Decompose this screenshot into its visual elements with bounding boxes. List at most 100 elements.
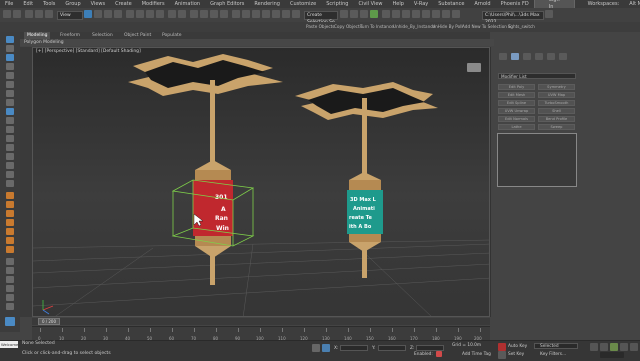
helper-icon[interactable]	[6, 210, 14, 217]
add-new-to-selection-button[interactable]: Add New To Selection S	[462, 24, 511, 29]
menu-views[interactable]: Views	[86, 0, 110, 8]
rotate-icon[interactable]	[136, 10, 144, 18]
goto-end-icon[interactable]	[630, 343, 638, 351]
modifier-button-edit-poly[interactable]: Edit Poly	[498, 84, 535, 90]
enabled-toggle-icon[interactable]	[436, 351, 442, 357]
modifier-button-edit-normals[interactable]: Edit Normals	[498, 116, 535, 122]
torus-icon[interactable]	[6, 81, 14, 88]
menu-group[interactable]: Group	[60, 0, 85, 8]
substance-icon[interactable]	[442, 10, 450, 18]
project-path-field[interactable]: C:\Users\Phil\...\3ds Max 2022	[482, 11, 544, 25]
motion-tab-icon[interactable]	[535, 53, 543, 60]
current-frame-field[interactable]	[600, 352, 624, 358]
angle-snap-icon[interactable]	[200, 10, 208, 18]
schematic-view-icon[interactable]	[292, 10, 300, 18]
particle-icon[interactable]	[6, 258, 14, 265]
percent-snap-icon[interactable]	[210, 10, 218, 18]
set-key-button[interactable]: Set Key	[508, 352, 524, 357]
circle-icon[interactable]	[6, 162, 14, 169]
menu-create[interactable]: Create	[110, 0, 137, 8]
modifier-button-turbosmooth[interactable]: TurboSmooth	[538, 100, 575, 106]
layer-explorer-icon[interactable]	[262, 10, 270, 18]
set-key-icon[interactable]	[498, 351, 506, 359]
selected-dropdown-value[interactable]: Selected	[540, 344, 559, 349]
menu-customize[interactable]: Customize	[285, 0, 321, 8]
layer-dropdown[interactable]: View	[57, 11, 83, 20]
track-bar[interactable]: 0 10 20 30 40 50 60 70 80 90 100 110 120…	[32, 326, 490, 341]
pivot-icon[interactable]	[178, 10, 186, 18]
viewcube-icon[interactable]	[467, 63, 481, 72]
rectangle-icon[interactable]	[6, 180, 14, 187]
render-icon[interactable]	[370, 10, 378, 18]
toggle-ribbon-icon[interactable]	[272, 10, 280, 18]
placement-icon[interactable]	[156, 10, 164, 18]
spinner-snap-icon[interactable]	[220, 10, 228, 18]
unlink-icon[interactable]	[35, 10, 43, 18]
compound-icon[interactable]	[6, 303, 14, 310]
menu-scripting[interactable]: Scripting	[321, 0, 353, 8]
cylinder-icon[interactable]	[6, 72, 14, 79]
systems-icon[interactable]	[6, 228, 14, 235]
dynamics-icon[interactable]	[6, 267, 14, 274]
move-icon[interactable]	[126, 10, 134, 18]
create-tab-icon[interactable]	[499, 53, 507, 60]
add-time-tag-button[interactable]: Add Time Tag	[462, 352, 491, 357]
selection-set-dropdown[interactable]: Create Selection Se	[304, 11, 338, 25]
display-tab-icon[interactable]	[547, 53, 555, 60]
menu-animation[interactable]: Animation	[170, 0, 206, 8]
bone-icon[interactable]	[6, 237, 14, 244]
rendered-frame-icon[interactable]	[360, 10, 368, 18]
cone-icon[interactable]	[6, 99, 14, 106]
ribbon-panel-label[interactable]: Polygon Modeling	[20, 39, 494, 46]
next-frame-icon[interactable]	[620, 343, 628, 351]
modifier-button-sweep[interactable]: Sweep	[538, 124, 575, 130]
viewport-layout-icon[interactable]	[5, 317, 15, 326]
menu-tools[interactable]: Tools	[38, 0, 60, 8]
lock-selection-icon[interactable]	[312, 344, 320, 352]
path-browse-icon[interactable]	[545, 10, 553, 18]
window-crossing-icon[interactable]	[114, 10, 122, 18]
modify-tab-icon[interactable]	[511, 53, 519, 60]
menu-arnold[interactable]: Arnold	[469, 0, 495, 8]
menu-substance[interactable]: Substance	[433, 0, 469, 8]
arc-icon[interactable]	[6, 171, 14, 178]
scale-icon[interactable]	[146, 10, 154, 18]
utilities-tab-icon[interactable]	[559, 53, 567, 60]
render-setup-icon[interactable]	[350, 10, 358, 18]
region-select-icon[interactable]	[104, 10, 112, 18]
vray-icon[interactable]	[382, 10, 390, 18]
tab-populate[interactable]: Populate	[162, 32, 182, 39]
lights-switch-button[interactable]: lights_switch	[508, 24, 535, 29]
y-coordinate-field[interactable]	[378, 345, 406, 351]
absolute-mode-icon[interactable]	[322, 344, 330, 352]
snap-icon[interactable]	[190, 10, 198, 18]
line-icon[interactable]	[6, 153, 14, 160]
menu-phoenix[interactable]: Phoenix FD	[496, 0, 534, 8]
redo-icon[interactable]	[13, 10, 21, 18]
reference-coord-icon[interactable]	[168, 10, 176, 18]
vray-light-icon[interactable]	[402, 10, 410, 18]
goto-start-icon[interactable]	[590, 343, 598, 351]
menu-graph-editors[interactable]: Graph Editors	[205, 0, 249, 8]
key-filters-button[interactable]: Key Filters...	[540, 352, 566, 357]
time-slider[interactable]	[32, 318, 490, 325]
modifier-button-uvw-unwrap[interactable]: UVW Unwrap	[498, 108, 535, 114]
material-editor-icon[interactable]	[340, 10, 348, 18]
unhide-by-poll-button[interactable]: UnHide By Poll	[432, 24, 463, 29]
light-icon[interactable]	[6, 192, 14, 199]
select-by-name-icon[interactable]	[94, 10, 102, 18]
perspective-viewport[interactable]: 301 A Ran Win 3D Max L Animati reate Te …	[32, 47, 490, 317]
menu-help[interactable]: Help	[388, 0, 409, 8]
biped-icon[interactable]	[6, 246, 14, 253]
turn-to-instance-button[interactable]: Turn To Instance	[360, 24, 394, 29]
copy-objects-button[interactable]: Copy Objects	[334, 24, 362, 29]
modifier-button-lathe[interactable]: Lathe	[498, 124, 535, 130]
auto-key-icon[interactable]	[498, 343, 506, 351]
vray-camera-icon[interactable]	[412, 10, 420, 18]
modifier-button-symmetry[interactable]: Symmetry	[538, 84, 575, 90]
modifier-button-uvw-map[interactable]: UVW Map	[538, 92, 575, 98]
box-icon[interactable]	[6, 54, 14, 61]
tube-icon[interactable]	[6, 117, 14, 124]
modifier-button-edit-spline[interactable]: Edit Spline	[498, 100, 535, 106]
x-coordinate-field[interactable]	[340, 345, 368, 351]
